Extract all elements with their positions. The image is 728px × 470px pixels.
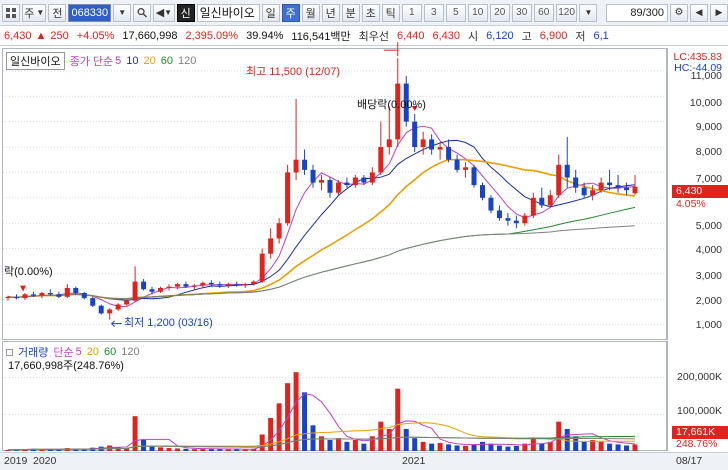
y-tick-10000: 10,000 [689, 97, 722, 109]
market-select[interactable]: 주 ▼ [22, 3, 47, 22]
kind-select-value: 전 [52, 7, 63, 20]
chevron-down-icon: ▼ [118, 8, 127, 17]
period-year-button[interactable]: 년 [321, 3, 340, 22]
stock-code-input[interactable]: 068330 [68, 3, 112, 22]
chevron-down-icon: ▼ [584, 8, 593, 17]
high-annotation: 최고 11,500 (12/07) [246, 66, 341, 78]
y-tick-5000: 5,000 [695, 220, 722, 232]
search-icon [137, 8, 148, 18]
x-label-end: 08/17 [676, 455, 703, 467]
trade-amount: 116,541백만 [291, 30, 351, 43]
up-arrow-icon: ▲ [35, 29, 47, 42]
price-panel-title[interactable]: 일신바이오 [6, 52, 65, 70]
checkbox-icon[interactable] [6, 348, 13, 356]
low-label: 저 [575, 30, 586, 43]
ma5-legend: 5 [115, 55, 122, 67]
ma120-legend: 120 [178, 55, 197, 67]
stock-name: 일신바이오 [196, 3, 260, 22]
ma20-legend: 20 [143, 55, 156, 67]
chart-toolbar: 주 ▼ 전 068330 ▼ ◀ ▼ 신 일신바이오 일 주 월 년 분 초 틱 1… [0, 0, 728, 26]
interval-3-button[interactable]: 3 [423, 3, 444, 22]
arrow-right-icon: ▶ [715, 7, 723, 17]
price-legend: 일신바이오 종가 단순 5 10 20 60 120 [6, 52, 196, 70]
sound-button[interactable]: ◀ ▼ [153, 3, 175, 22]
quote-bar: 6,430 ▲ 250 +4.05% 17,660,998 2,395.09% … [0, 26, 728, 46]
vol-tick-200000k: 200,000K [677, 371, 722, 383]
open-price: 6,120 [486, 29, 514, 42]
volume-ratio: 2,395.09% [185, 29, 239, 42]
interval-30-button[interactable]: 30 [511, 3, 532, 22]
gear-icon: ⚙ [674, 7, 684, 18]
interval-1-button[interactable]: 1 [401, 3, 422, 22]
period-tick-button[interactable]: 틱 [381, 3, 400, 22]
dividend-annotation-left: 락(0.00%) [4, 266, 53, 278]
interval-120-button[interactable]: 120 [555, 3, 578, 22]
current-price-tag: 6,430 [672, 185, 728, 198]
data-count: 89/300 [606, 3, 668, 22]
code-dropdown-button[interactable]: ▼ [113, 3, 132, 22]
config-button[interactable]: ⚙ [670, 3, 688, 22]
arrow-left-icon: ◀ [695, 7, 703, 17]
period-day-button[interactable]: 일 [261, 3, 280, 22]
y-tick-3000: 3,000 [695, 270, 722, 282]
ma60-legend: 60 [160, 55, 174, 67]
period-week-button[interactable]: 주 [281, 3, 300, 22]
trade-volume: 17,660,998 [122, 29, 178, 42]
interval-60-button[interactable]: 60 [533, 3, 554, 22]
best-bid: 6,430 [432, 29, 461, 42]
x-label-2020: 2020 [33, 455, 57, 467]
low-price: 6,1 [593, 29, 609, 42]
y-tick-11000: 11,000 [690, 70, 722, 82]
kind-select[interactable]: 전 [48, 3, 67, 22]
y-tick-7000: 7,000 [695, 173, 722, 185]
price-change: 250 [50, 29, 69, 42]
ma10-legend: 10 [126, 55, 139, 67]
best-quote-label: 최우선 [358, 30, 389, 43]
period-month-button[interactable]: 월 [301, 3, 320, 22]
price-change-pct: +4.05% [76, 29, 115, 42]
y-tick-2000: 2,000 [695, 295, 722, 307]
best-ask: 6,440 [396, 29, 425, 42]
high-label: 고 [521, 30, 532, 43]
period-minute-button[interactable]: 분 [341, 3, 360, 22]
interval-dropdown-button[interactable]: ▼ [579, 3, 598, 22]
market-select-value: 주 [24, 7, 35, 20]
y-tick-1000: 1,000 [695, 319, 722, 331]
x-axis-bar[interactable] [0, 452, 728, 470]
chevron-down-icon: ▼ [36, 8, 45, 17]
dividend-annotation: 배당락(0.00%) [357, 99, 426, 111]
y-tick-8000: 8,000 [695, 146, 722, 158]
scroll-left-button[interactable]: ◀ [690, 3, 708, 22]
interval-5-button[interactable]: 5 [445, 3, 466, 22]
chevron-down-icon: ▼ [164, 8, 173, 17]
volume-readout: 17,660,998주(248.76%) [8, 360, 124, 372]
y-tick-4000: 4,000 [695, 244, 722, 256]
interval-20-button[interactable]: 20 [489, 3, 510, 22]
x-label-2019: 2019 [4, 455, 28, 467]
current-pct-tag: 4.05% [676, 198, 706, 210]
period-second-button[interactable]: 초 [361, 3, 380, 22]
search-button[interactable] [133, 3, 152, 22]
credit-badge: 신 [176, 3, 195, 22]
grid-icon[interactable] [2, 3, 20, 22]
turnover-rate: 39.94% [246, 29, 284, 42]
low-annotation: 최저 1,200 (03/16) [124, 317, 213, 329]
y-tick-9000: 9,000 [695, 121, 722, 133]
current-price: 6,430 [4, 29, 32, 42]
scroll-right-button[interactable]: ▶ [710, 3, 728, 22]
price-panel[interactable] [2, 48, 667, 340]
high-price: 6,900 [539, 29, 568, 42]
speaker-icon: ◀ [155, 7, 165, 19]
interval-10-button[interactable]: 10 [467, 3, 488, 22]
ma-legend-label: 종가 단순 [69, 56, 114, 68]
vol-ma120-legend: 120 [121, 346, 140, 358]
open-label: 시 [468, 30, 479, 43]
current-volume-pct-tag: 248.76% [676, 438, 718, 450]
x-label-2021: 2021 [402, 455, 426, 467]
vol-tick-100000k: 100,000K [677, 405, 722, 417]
